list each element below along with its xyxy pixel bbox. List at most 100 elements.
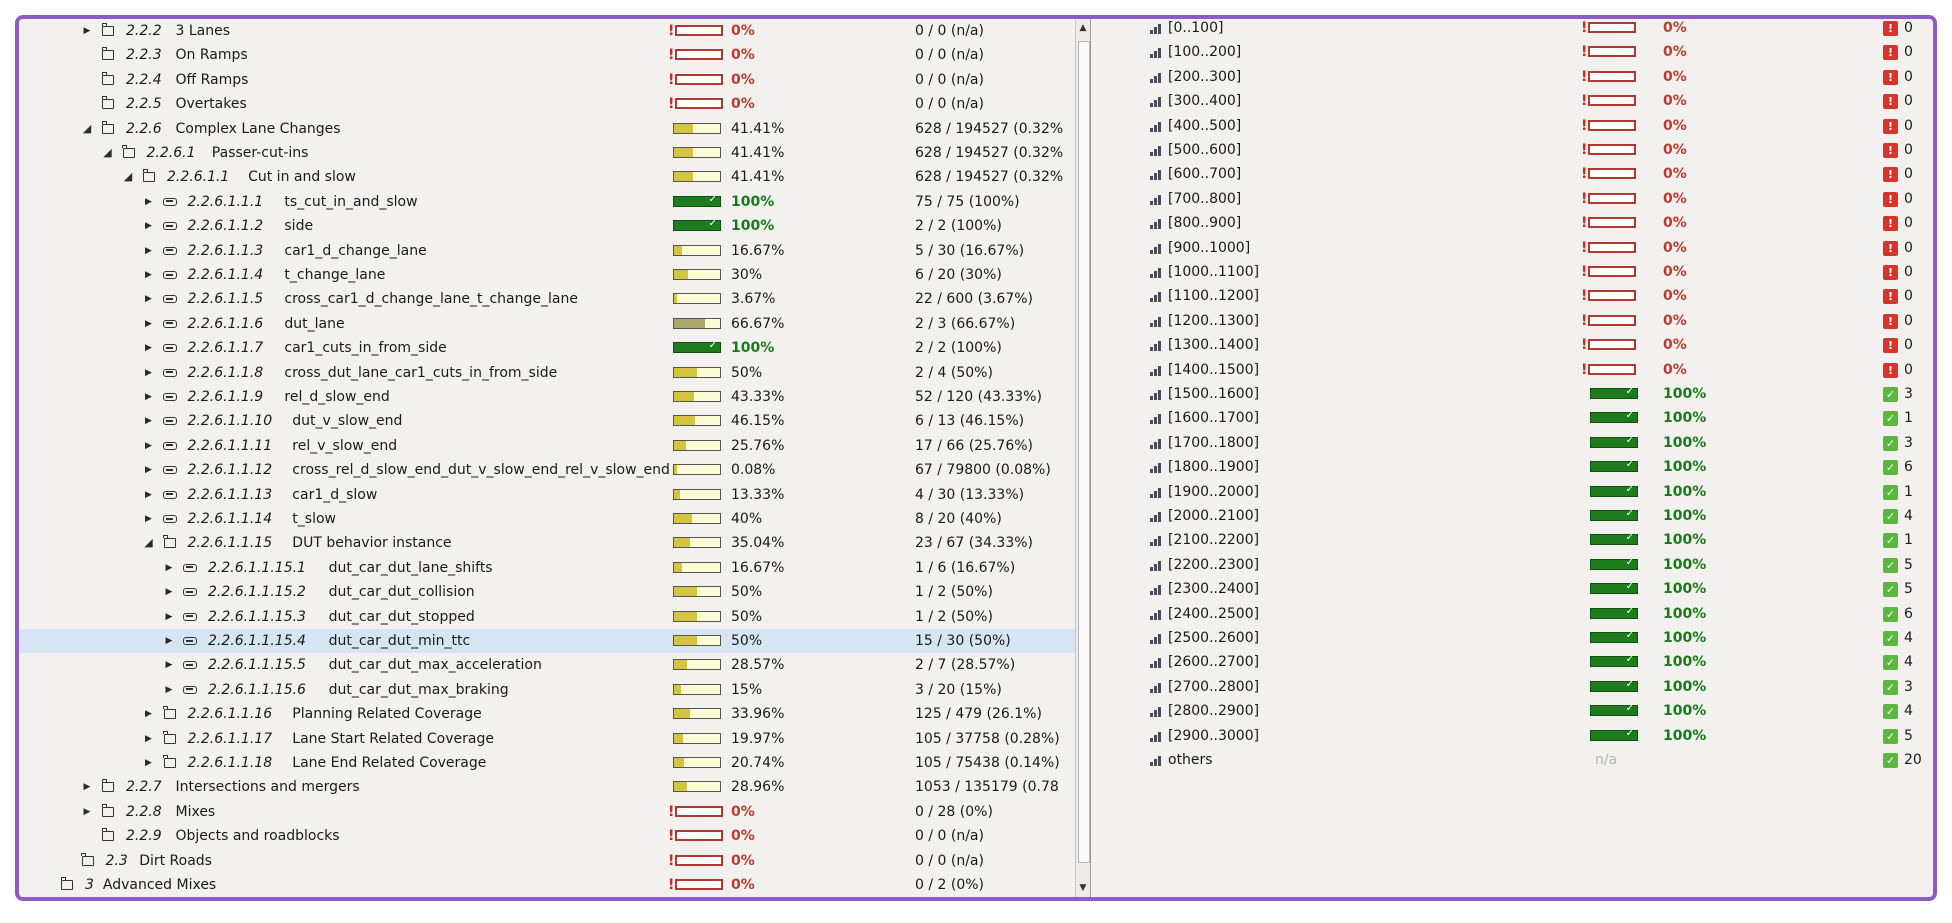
- tree-item-name[interactable]: car1_d_slow: [292, 483, 377, 507]
- expand-arrow-icon[interactable]: ▶: [80, 19, 94, 43]
- tree-row[interactable]: ▶ 2.2.6.1.1.4 t_change_lane 30% 6 / 20 (30%): [19, 263, 1075, 287]
- tree-item-name[interactable]: Complex Lane Changes: [176, 117, 341, 141]
- bucket-label[interactable]: [500..600]: [1168, 138, 1241, 162]
- bucket-label[interactable]: [2000..2100]: [1168, 504, 1259, 528]
- bucket-row[interactable]: [2100..2200] 100% ✓ 1: [1093, 528, 1933, 552]
- tree-row[interactable]: ▶ 2.2.6.1.1.15.6 dut_car_dut_max_braking 15…: [19, 678, 1075, 702]
- bucket-row[interactable]: [0..100]! 0%! 0: [1093, 19, 1933, 40]
- expand-arrow-icon[interactable]: ▶: [162, 653, 176, 677]
- bucket-label[interactable]: [200..300]: [1168, 65, 1241, 89]
- scroll-up-arrow-icon[interactable]: ▲: [1076, 21, 1090, 35]
- bucket-row[interactable]: [1200..1300]! 0%! 0: [1093, 309, 1933, 333]
- expand-arrow-icon[interactable]: ▶: [162, 580, 176, 604]
- tree-item-name[interactable]: dut_v_slow_end: [292, 409, 402, 433]
- bucket-row[interactable]: [300..400]! 0%! 0: [1093, 89, 1933, 113]
- expand-arrow-icon[interactable]: ▶: [142, 751, 156, 775]
- tree-item-name[interactable]: Off Ramps: [176, 68, 249, 92]
- tree-item-name[interactable]: Passer-cut-ins: [212, 141, 309, 165]
- tree-row[interactable]: ▶ 2.2.6.1.1.11 rel_v_slow_end 25.76% 17 / 66…: [19, 434, 1075, 458]
- bucket-label[interactable]: [1100..1200]: [1168, 284, 1259, 308]
- expand-arrow-icon[interactable]: ▶: [142, 507, 156, 531]
- bucket-row[interactable]: [1400..1500]! 0%! 0: [1093, 358, 1933, 382]
- bucket-row[interactable]: [1300..1400]! 0%! 0: [1093, 333, 1933, 357]
- tree-item-name[interactable]: car1_cuts_in_from_side: [284, 336, 446, 360]
- bucket-label[interactable]: [1300..1400]: [1168, 333, 1259, 357]
- bucket-row[interactable]: [500..600]! 0%! 0: [1093, 138, 1933, 162]
- bucket-label[interactable]: [2300..2400]: [1168, 577, 1259, 601]
- tree-row[interactable]: ▶ 2.2.6.1.1.15.2 dut_car_dut_collision 50% 1…: [19, 580, 1075, 604]
- tree-row[interactable]: ▶ 2.2.6.1.1.8 cross_dut_lane_car1_cuts_in_…: [19, 361, 1075, 385]
- bucket-row[interactable]: [1800..1900] 100% ✓ 6: [1093, 455, 1933, 479]
- bucket-label[interactable]: [2700..2800]: [1168, 675, 1259, 699]
- tree-row[interactable]: ▶ 2.2.6.1.1.16 Planning Related Coverage 33…: [19, 702, 1075, 726]
- expand-arrow-icon[interactable]: ▶: [142, 483, 156, 507]
- tree-item-name[interactable]: Lane Start Related Coverage: [292, 727, 494, 751]
- bucket-label[interactable]: [400..500]: [1168, 114, 1241, 138]
- bucket-row[interactable]: [2700..2800] 100% ✓ 3: [1093, 675, 1933, 699]
- tree-row[interactable]: ▶ 2.2.6.1.1.18 Lane End Related Coverage 20…: [19, 751, 1075, 775]
- tree-row[interactable]: ▶ 2.2.6.1.1.15.4 dut_car_dut_min_ttc 50% 15 …: [19, 629, 1075, 653]
- bucket-label[interactable]: [300..400]: [1168, 89, 1241, 113]
- expand-arrow-icon[interactable]: ▶: [142, 336, 156, 360]
- tree-row[interactable]: ▶ 2.2.6.1.1.9 rel_d_slow_end 43.33% 52 / 120…: [19, 385, 1075, 409]
- tree-item-name[interactable]: Mixes: [176, 800, 216, 824]
- tree-row[interactable]: ▶ 2.2.6.1.1.14 t_slow 40% 8 / 20 (40%): [19, 507, 1075, 531]
- bucket-label[interactable]: [2100..2200]: [1168, 528, 1259, 552]
- tree-item-name[interactable]: t_slow: [292, 507, 336, 531]
- tree-vertical-scrollbar[interactable]: ▲ ▼: [1075, 19, 1091, 897]
- tree-item-name[interactable]: Cut in and slow: [248, 165, 356, 189]
- tree-row[interactable]: ▶ 2.2.7 Intersections and mergers 28.96% 105…: [19, 775, 1075, 799]
- bucket-row[interactable]: [200..300]! 0%! 0: [1093, 65, 1933, 89]
- bucket-row[interactable]: [2500..2600] 100% ✓ 4: [1093, 626, 1933, 650]
- bucket-label[interactable]: [700..800]: [1168, 187, 1241, 211]
- bucket-label[interactable]: [1400..1500]: [1168, 358, 1259, 382]
- tree-item-name[interactable]: side: [284, 214, 313, 238]
- tree-row[interactable]: ▶ 2.2.6.1.1.7 car1_cuts_in_from_side 100% 2 …: [19, 336, 1075, 360]
- tree-item-name[interactable]: cross_car1_d_change_lane_t_change_lane: [284, 287, 578, 311]
- expand-arrow-icon[interactable]: ▶: [142, 727, 156, 751]
- bucket-row[interactable]: [600..700]! 0%! 0: [1093, 162, 1933, 186]
- bucket-row[interactable]: [1500..1600] 100% ✓ 3: [1093, 382, 1933, 406]
- tree-item-name[interactable]: Intersections and mergers: [176, 775, 360, 799]
- tree-row[interactable]: ▶ 2.2.6.1.1.15.3 dut_car_dut_stopped 50% 1 /…: [19, 605, 1075, 629]
- bucket-row[interactable]: others n/a ✓ 20: [1093, 748, 1933, 772]
- bucket-row[interactable]: [1900..2000] 100% ✓ 1: [1093, 480, 1933, 504]
- expand-arrow-icon[interactable]: ▶: [142, 214, 156, 238]
- bucket-row[interactable]: [2300..2400] 100% ✓ 5: [1093, 577, 1933, 601]
- bucket-label[interactable]: [900..1000]: [1168, 236, 1250, 260]
- bucket-row[interactable]: [2900..3000] 100% ✓ 5: [1093, 724, 1933, 748]
- tree-row[interactable]: ▶ 2.2.6.1.1.15.5 dut_car_dut_max_accelerat…: [19, 653, 1075, 677]
- bucket-label[interactable]: [600..700]: [1168, 162, 1241, 186]
- collapse-arrow-icon[interactable]: ◢: [101, 141, 115, 165]
- tree-row[interactable]: ▶ 2.2.6.1.1.15.1 dut_car_dut_lane_shifts 16…: [19, 556, 1075, 580]
- bucket-label[interactable]: [1900..2000]: [1168, 480, 1259, 504]
- bucket-label[interactable]: [2800..2900]: [1168, 699, 1259, 723]
- tree-item-name[interactable]: t_change_lane: [284, 263, 385, 287]
- expand-arrow-icon[interactable]: ▶: [80, 775, 94, 799]
- bucket-row[interactable]: [400..500]! 0%! 0: [1093, 114, 1933, 138]
- tree-item-name[interactable]: dut_car_dut_lane_shifts: [329, 556, 493, 580]
- tree-item-name[interactable]: cross_rel_d_slow_end_dut_v_slow_end_rel_…: [292, 458, 670, 482]
- tree-row[interactable]: 2.2.5 Overtakes! 0% 0 / 0 (n/a): [19, 92, 1075, 116]
- tree-item-name[interactable]: 3 Lanes: [176, 19, 231, 43]
- tree-item-name[interactable]: car1_d_change_lane: [284, 239, 426, 263]
- tree-item-name[interactable]: Advanced Mixes: [103, 873, 216, 897]
- expand-arrow-icon[interactable]: ▶: [142, 458, 156, 482]
- scroll-down-arrow-icon[interactable]: ▼: [1076, 881, 1090, 895]
- bucket-row[interactable]: [700..800]! 0%! 0: [1093, 187, 1933, 211]
- collapse-arrow-icon[interactable]: ◢: [80, 117, 94, 141]
- bucket-label[interactable]: others: [1168, 748, 1213, 772]
- tree-item-name[interactable]: cross_dut_lane_car1_cuts_in_from_side: [284, 361, 557, 385]
- bucket-label[interactable]: [1200..1300]: [1168, 309, 1259, 333]
- expand-arrow-icon[interactable]: ▶: [142, 287, 156, 311]
- bucket-row[interactable]: [100..200]! 0%! 0: [1093, 40, 1933, 64]
- tree-row[interactable]: ◢ 2.2.6 Complex Lane Changes 41.41% 628 / 19…: [19, 117, 1075, 141]
- bucket-label[interactable]: [1700..1800]: [1168, 431, 1259, 455]
- tree-item-name[interactable]: dut_car_dut_collision: [329, 580, 475, 604]
- expand-arrow-icon[interactable]: ▶: [142, 239, 156, 263]
- bucket-row[interactable]: [2600..2700] 100% ✓ 4: [1093, 650, 1933, 674]
- expand-arrow-icon[interactable]: ▶: [142, 263, 156, 287]
- expand-arrow-icon[interactable]: ▶: [162, 605, 176, 629]
- tree-item-name[interactable]: On Ramps: [176, 43, 248, 67]
- expand-arrow-icon[interactable]: ▶: [142, 312, 156, 336]
